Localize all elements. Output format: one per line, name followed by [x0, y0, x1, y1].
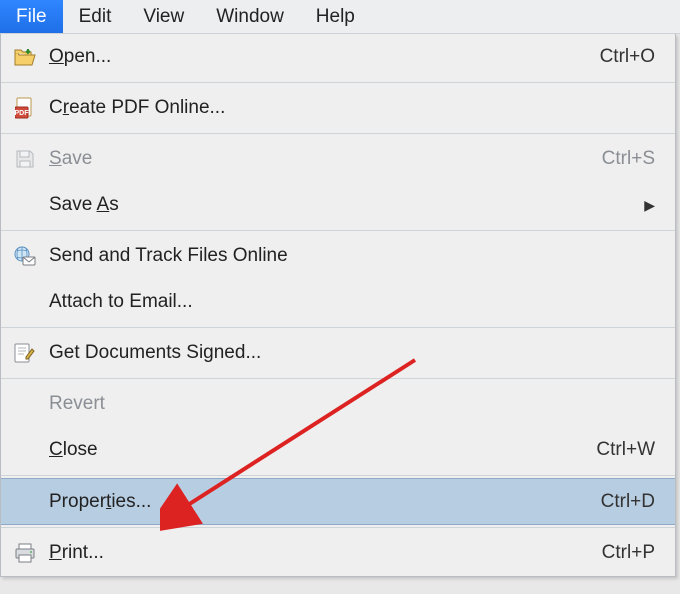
- menubar-help-label: Help: [316, 6, 355, 28]
- menubar-view-label: View: [143, 6, 184, 28]
- separator: [1, 82, 675, 83]
- separator: [1, 475, 675, 476]
- menubar-help[interactable]: Help: [300, 0, 371, 33]
- file-menu: Open... Ctrl+O PDF Create PDF Online... …: [0, 34, 676, 577]
- sign-icon: [1, 343, 49, 363]
- separator: [1, 230, 675, 231]
- menubar-file-label: File: [16, 6, 47, 28]
- menu-open[interactable]: Open... Ctrl+O: [1, 34, 675, 80]
- menu-save: Save Ctrl+S: [1, 136, 675, 182]
- menu-properties-shortcut: Ctrl+D: [601, 491, 655, 513]
- menu-close-shortcut: Ctrl+W: [596, 439, 655, 461]
- menu-attach-email-label: Attach to Email...: [49, 291, 655, 313]
- menubar-file[interactable]: File: [0, 0, 63, 33]
- menu-print[interactable]: Print... Ctrl+P: [1, 530, 675, 576]
- menu-close[interactable]: Close Ctrl+W: [1, 427, 675, 473]
- separator: [1, 378, 675, 379]
- separator: [1, 327, 675, 328]
- menu-send-track-label: Send and Track Files Online: [49, 245, 655, 267]
- print-icon: [1, 543, 49, 563]
- menu-open-label: Open...: [49, 46, 600, 68]
- menubar-window-label: Window: [216, 6, 284, 28]
- menu-properties[interactable]: Properties... Ctrl+D: [1, 478, 675, 525]
- menu-get-signed[interactable]: Get Documents Signed...: [1, 330, 675, 376]
- menubar-window[interactable]: Window: [200, 0, 300, 33]
- menu-send-track[interactable]: Send and Track Files Online: [1, 233, 675, 279]
- send-track-icon: [1, 246, 49, 266]
- menu-revert-label: Revert: [49, 393, 655, 415]
- separator: [1, 527, 675, 528]
- separator: [1, 133, 675, 134]
- menubar: File Edit View Window Help: [0, 0, 680, 34]
- menu-print-shortcut: Ctrl+P: [602, 542, 655, 564]
- menubar-edit-label: Edit: [79, 6, 112, 28]
- menu-get-signed-label: Get Documents Signed...: [49, 342, 655, 364]
- menu-save-as[interactable]: Save As ▶: [1, 182, 675, 228]
- open-icon: [1, 47, 49, 67]
- save-icon: [1, 149, 49, 169]
- menu-attach-email[interactable]: Attach to Email...: [1, 279, 675, 325]
- menubar-view[interactable]: View: [127, 0, 200, 33]
- menubar-edit[interactable]: Edit: [63, 0, 128, 33]
- menu-save-shortcut: Ctrl+S: [602, 148, 655, 170]
- menu-revert: Revert: [1, 381, 675, 427]
- menu-properties-label: Properties...: [49, 491, 601, 513]
- menu-save-label: Save: [49, 148, 602, 170]
- menu-open-shortcut: Ctrl+O: [600, 46, 655, 68]
- menu-close-label: Close: [49, 439, 596, 461]
- menu-create-pdf-online[interactable]: PDF Create PDF Online...: [1, 85, 675, 131]
- pdf-icon: PDF: [1, 97, 49, 119]
- svg-text:PDF: PDF: [15, 110, 29, 117]
- menu-create-pdf-label: Create PDF Online...: [49, 97, 655, 119]
- menu-print-label: Print...: [49, 542, 602, 564]
- menu-save-as-label: Save As: [49, 194, 636, 216]
- submenu-arrow-icon: ▶: [644, 197, 655, 214]
